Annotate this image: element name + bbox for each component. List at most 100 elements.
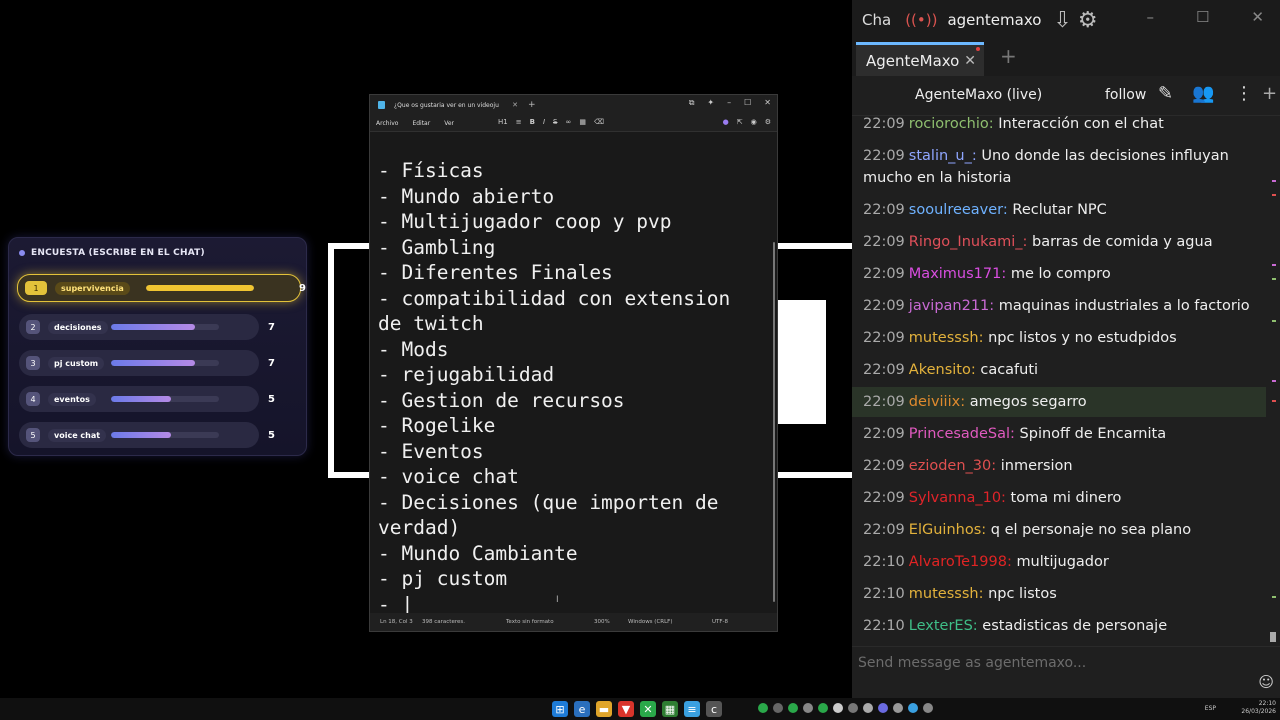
status-position: Ln 18, Col 3: [380, 619, 413, 625]
strikethrough-icon[interactable]: S: [553, 118, 557, 126]
menu-ver[interactable]: Ver: [444, 120, 454, 127]
account-icon[interactable]: ◉: [751, 118, 757, 126]
minimize-button[interactable]: –: [727, 98, 731, 108]
tray-icon[interactable]: [803, 703, 813, 713]
add-split-icon[interactable]: +: [1262, 83, 1277, 104]
message-username[interactable]: Maximus171:: [909, 266, 1006, 282]
menu-archivo[interactable]: Archivo: [376, 120, 398, 127]
share-icon[interactable]: ⇱: [737, 118, 743, 126]
chat-message: 22:10 LexterES: estadisticas de personaje: [863, 615, 1258, 637]
clock[interactable]: 22:10 26/03/2026: [1241, 700, 1276, 716]
language-indicator[interactable]: ESP: [1205, 705, 1216, 712]
message-username[interactable]: rociorochio:: [909, 116, 994, 132]
tray-icon[interactable]: [773, 703, 783, 713]
tray-icon[interactable]: [848, 703, 858, 713]
message-username[interactable]: mutesssh:: [909, 586, 984, 602]
scroll-thumb[interactable]: [1270, 632, 1276, 642]
tray-icon[interactable]: [923, 703, 933, 713]
close-tab-icon[interactable]: ✕: [512, 101, 522, 109]
follow-button[interactable]: follow: [1105, 87, 1146, 103]
menu-editar[interactable]: Editar: [412, 120, 430, 127]
message-username[interactable]: sooulreeaver:: [909, 202, 1008, 218]
bold-icon[interactable]: B: [530, 118, 535, 126]
poll-option-label: supervivencia: [55, 281, 130, 295]
poll-option: 5 voice chat 5: [19, 422, 275, 448]
italic-icon[interactable]: I: [543, 118, 545, 126]
message-username[interactable]: mutesssh:: [909, 330, 984, 346]
status-zoom[interactable]: 300%: [594, 619, 610, 625]
settings-gear-icon[interactable]: ⚙: [1078, 8, 1098, 33]
notepad-tab[interactable]: ¿Que os gustaria ver en un videoju ✕: [394, 95, 522, 115]
tray-icon[interactable]: [788, 703, 798, 713]
message-username[interactable]: javipan211:: [909, 298, 994, 314]
edge-icon[interactable]: e: [574, 701, 590, 717]
account-name[interactable]: agentemaxo: [947, 11, 1041, 29]
tray-icon[interactable]: [878, 703, 888, 713]
heading-dropdown[interactable]: H1: [498, 118, 508, 126]
notepad-text[interactable]: - Físicas - Mundo abierto - Multijugador c…: [378, 158, 748, 617]
close-tab-icon[interactable]: ✕: [964, 53, 976, 69]
close-button[interactable]: ✕: [764, 98, 771, 108]
tray-icon[interactable]: [818, 703, 828, 713]
format-toolbar: H1 ≡ B I S ∞ ▦ ⌫: [498, 118, 604, 126]
message-text: maquinas industriales a lo factorio: [998, 298, 1250, 314]
tab-agentemaxo[interactable]: AgenteMaxo ✕: [856, 42, 984, 76]
settings-icon[interactable]: ⚙: [765, 118, 771, 126]
emoji-icon[interactable]: ☺: [1258, 673, 1274, 691]
minimize-button[interactable]: –: [1146, 8, 1154, 26]
add-tab-button[interactable]: +: [1000, 44, 1017, 68]
live-broadcast-icon: ((•)): [905, 11, 938, 29]
chat-message: 22:09 PrincesadeSal: Spinoff de Encarnita: [863, 423, 1258, 445]
sheets-icon[interactable]: ▦: [662, 701, 678, 717]
message-username[interactable]: ElGuinhos:: [909, 522, 986, 538]
brave-icon[interactable]: ▼: [618, 701, 634, 717]
folder-icon[interactable]: ▬: [596, 701, 612, 717]
table-icon[interactable]: ▦: [579, 118, 586, 126]
chatterino-icon[interactable]: c: [706, 701, 722, 717]
message-input[interactable]: Send message as agentemaxo...: [858, 655, 1086, 671]
update-download-icon[interactable]: ⇩: [1053, 8, 1071, 33]
maximize-button[interactable]: ☐: [744, 98, 751, 108]
clear-format-icon[interactable]: ⌫: [594, 118, 604, 126]
start-icon[interactable]: ⊞: [552, 701, 568, 717]
message-username[interactable]: deiviiix:: [909, 394, 965, 410]
new-tab-button[interactable]: +: [528, 100, 536, 110]
tray-icon[interactable]: [863, 703, 873, 713]
copilot-icon[interactable]: ●: [723, 118, 729, 126]
pin-icon[interactable]: ✦: [707, 98, 714, 108]
message-username[interactable]: AlvaroTe1998:: [909, 554, 1012, 570]
message-username[interactable]: Ringo_Inukami_:: [909, 234, 1028, 250]
message-text: amegos segarro: [969, 394, 1087, 410]
message-username[interactable]: LexterES:: [909, 618, 978, 634]
channel-title[interactable]: AgenteMaxo (live): [915, 87, 1042, 103]
notepad-window-controls: ⧉ ✦ – ☐ ✕: [689, 98, 771, 108]
tray-icon[interactable]: [908, 703, 918, 713]
notepad-line: - pj custom: [378, 567, 508, 590]
users-icon[interactable]: 👥: [1192, 83, 1214, 104]
chat-message: 22:09 ElGuinhos: q el personaje no sea pl…: [863, 519, 1258, 541]
message-username[interactable]: stalin_u_:: [909, 148, 977, 164]
notepad-editor[interactable]: - Físicas - Mundo abierto - Multijugador c…: [370, 131, 777, 616]
list-icon[interactable]: ≡: [516, 118, 522, 126]
message-timestamp: 22:10: [863, 618, 905, 634]
chat-scrollbar[interactable]: [1266, 116, 1280, 646]
link-icon[interactable]: ∞: [565, 118, 571, 126]
maximize-button[interactable]: ☐: [1196, 8, 1209, 26]
editor-scrollbar[interactable]: [773, 242, 775, 602]
notepad-taskbar-icon[interactable]: ≡: [684, 701, 700, 717]
chat-window-controls: – ☐ ✕: [1146, 8, 1264, 26]
poll-option-label: pj custom: [48, 356, 105, 370]
restore-icon[interactable]: ⧉: [689, 98, 695, 108]
message-username[interactable]: PrincesadeSal:: [909, 426, 1015, 442]
more-options-icon[interactable]: ⋮: [1235, 83, 1253, 104]
tray-icon[interactable]: [758, 703, 768, 713]
tray-icon[interactable]: [893, 703, 903, 713]
close-button[interactable]: ✕: [1251, 8, 1264, 26]
xbox-icon[interactable]: ✕: [640, 701, 656, 717]
tray-icon[interactable]: [833, 703, 843, 713]
pencil-icon[interactable]: ✎: [1158, 83, 1173, 104]
message-username[interactable]: ezioden_30:: [909, 458, 996, 474]
message-username[interactable]: Sylvanna_10:: [909, 490, 1006, 506]
message-username[interactable]: Akensito:: [909, 362, 976, 378]
poll-option-count: 7: [268, 321, 275, 333]
